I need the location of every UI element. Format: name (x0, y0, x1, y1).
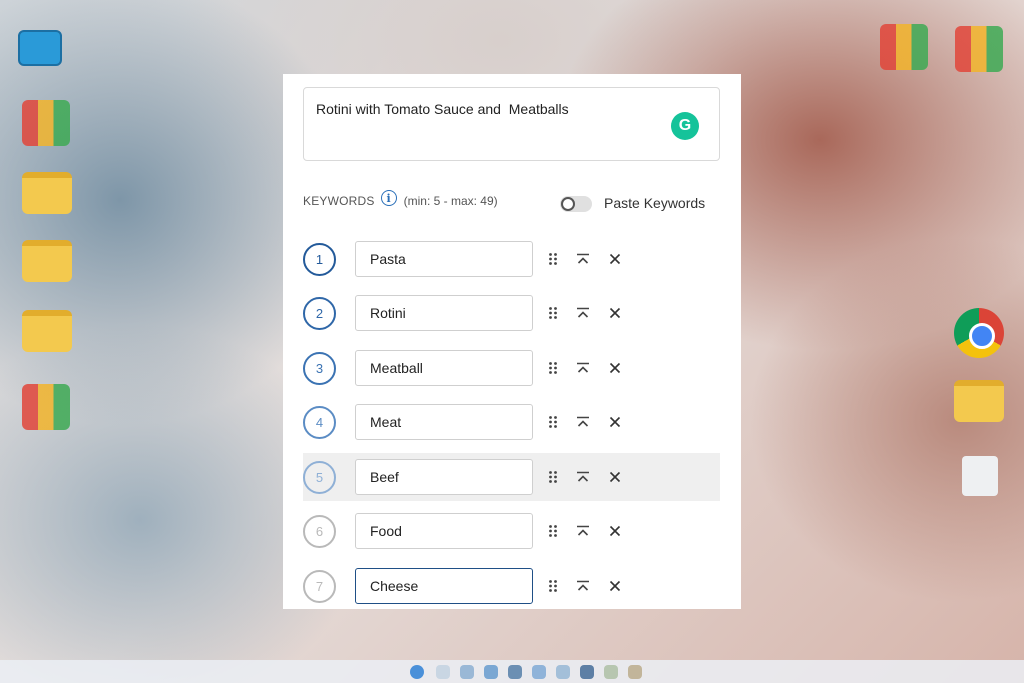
keyword-number: 1 (303, 243, 336, 276)
keyword-input[interactable] (355, 513, 533, 549)
keyword-number: 4 (303, 406, 336, 439)
keywords-panel: Rotini with Tomato Sauce and Meatballs G… (283, 74, 741, 609)
desktop-folder-icon[interactable] (954, 380, 1004, 422)
keyword-row: 6 (303, 507, 720, 555)
desktop-apps-icon[interactable] (22, 100, 70, 146)
remove-icon[interactable] (605, 303, 625, 323)
keywords-label: KEYWORDS (303, 194, 375, 208)
info-icon[interactable]: i (380, 190, 397, 206)
drag-handle-icon[interactable] (543, 412, 563, 432)
move-to-top-icon[interactable] (573, 576, 593, 596)
toggle-knob (561, 197, 575, 211)
paste-keywords-toggle[interactable] (560, 196, 592, 212)
move-to-top-icon[interactable] (573, 521, 593, 541)
move-to-top-icon[interactable] (573, 358, 593, 378)
keywords-header: KEYWORDS i (min: 5 - max: 49) (303, 190, 498, 209)
keyword-input[interactable] (355, 241, 533, 277)
paste-keywords-label: Paste Keywords (604, 195, 706, 211)
taskbar-app-icon[interactable] (484, 665, 498, 679)
keyword-row: 1 (303, 235, 720, 283)
keyword-number: 3 (303, 352, 336, 385)
search-icon[interactable] (436, 665, 450, 679)
keyword-row: 7 (303, 562, 720, 609)
grammarly-icon[interactable]: G (671, 112, 699, 140)
taskbar-app-icon[interactable] (604, 665, 618, 679)
move-to-top-icon[interactable] (573, 249, 593, 269)
keyword-input[interactable] (355, 350, 533, 386)
taskbar (0, 660, 1024, 683)
keyword-input[interactable] (355, 295, 533, 331)
drag-handle-icon[interactable] (543, 467, 563, 487)
move-to-top-icon[interactable] (573, 303, 593, 323)
drag-handle-icon[interactable] (543, 303, 563, 323)
keyword-input[interactable] (355, 459, 533, 495)
keyword-number: 2 (303, 297, 336, 330)
move-to-top-icon[interactable] (573, 467, 593, 487)
desktop-file-icon[interactable] (962, 456, 998, 496)
title-textarea[interactable]: Rotini with Tomato Sauce and Meatballs G (303, 87, 720, 161)
title-text: Rotini with Tomato Sauce and Meatballs (316, 101, 569, 117)
remove-icon[interactable] (605, 249, 625, 269)
drag-handle-icon[interactable] (543, 521, 563, 541)
remove-icon[interactable] (605, 521, 625, 541)
desktop-chrome-icon[interactable] (954, 308, 1004, 358)
keyword-input[interactable] (355, 568, 533, 604)
info-glyph: i (386, 191, 391, 205)
taskview-icon[interactable] (460, 665, 474, 679)
keyword-row: 4 (303, 398, 720, 446)
keyword-number: 7 (303, 570, 336, 603)
desktop-folder-icon[interactable] (22, 310, 72, 352)
keyword-row: 5 (303, 453, 720, 501)
keywords-range: (min: 5 - max: 49) (403, 194, 498, 208)
remove-icon[interactable] (605, 467, 625, 487)
taskbar-app-icon[interactable] (556, 665, 570, 679)
keyword-number: 5 (303, 461, 336, 494)
desktop-apps-icon[interactable] (22, 384, 70, 430)
desktop-monitor-icon[interactable] (18, 30, 62, 66)
drag-handle-icon[interactable] (543, 249, 563, 269)
move-to-top-icon[interactable] (573, 412, 593, 432)
keyword-input[interactable] (355, 404, 533, 440)
taskbar-app-icon[interactable] (532, 665, 546, 679)
start-icon[interactable] (410, 665, 424, 679)
keyword-number: 6 (303, 515, 336, 548)
taskbar-app-icon[interactable] (580, 665, 594, 679)
desktop-folder-icon[interactable] (22, 172, 72, 214)
keyword-row: 3 (303, 344, 720, 392)
grammarly-glyph: G (678, 117, 692, 134)
remove-icon[interactable] (605, 412, 625, 432)
drag-handle-icon[interactable] (543, 576, 563, 596)
taskbar-app-icon[interactable] (628, 665, 642, 679)
remove-icon[interactable] (605, 358, 625, 378)
desktop-apps-icon[interactable] (880, 24, 928, 70)
taskbar-app-icon[interactable] (508, 665, 522, 679)
remove-icon[interactable] (605, 576, 625, 596)
keyword-row: 2 (303, 289, 720, 337)
drag-handle-icon[interactable] (543, 358, 563, 378)
desktop-apps-icon[interactable] (955, 26, 1003, 72)
desktop-folder-icon[interactable] (22, 240, 72, 282)
